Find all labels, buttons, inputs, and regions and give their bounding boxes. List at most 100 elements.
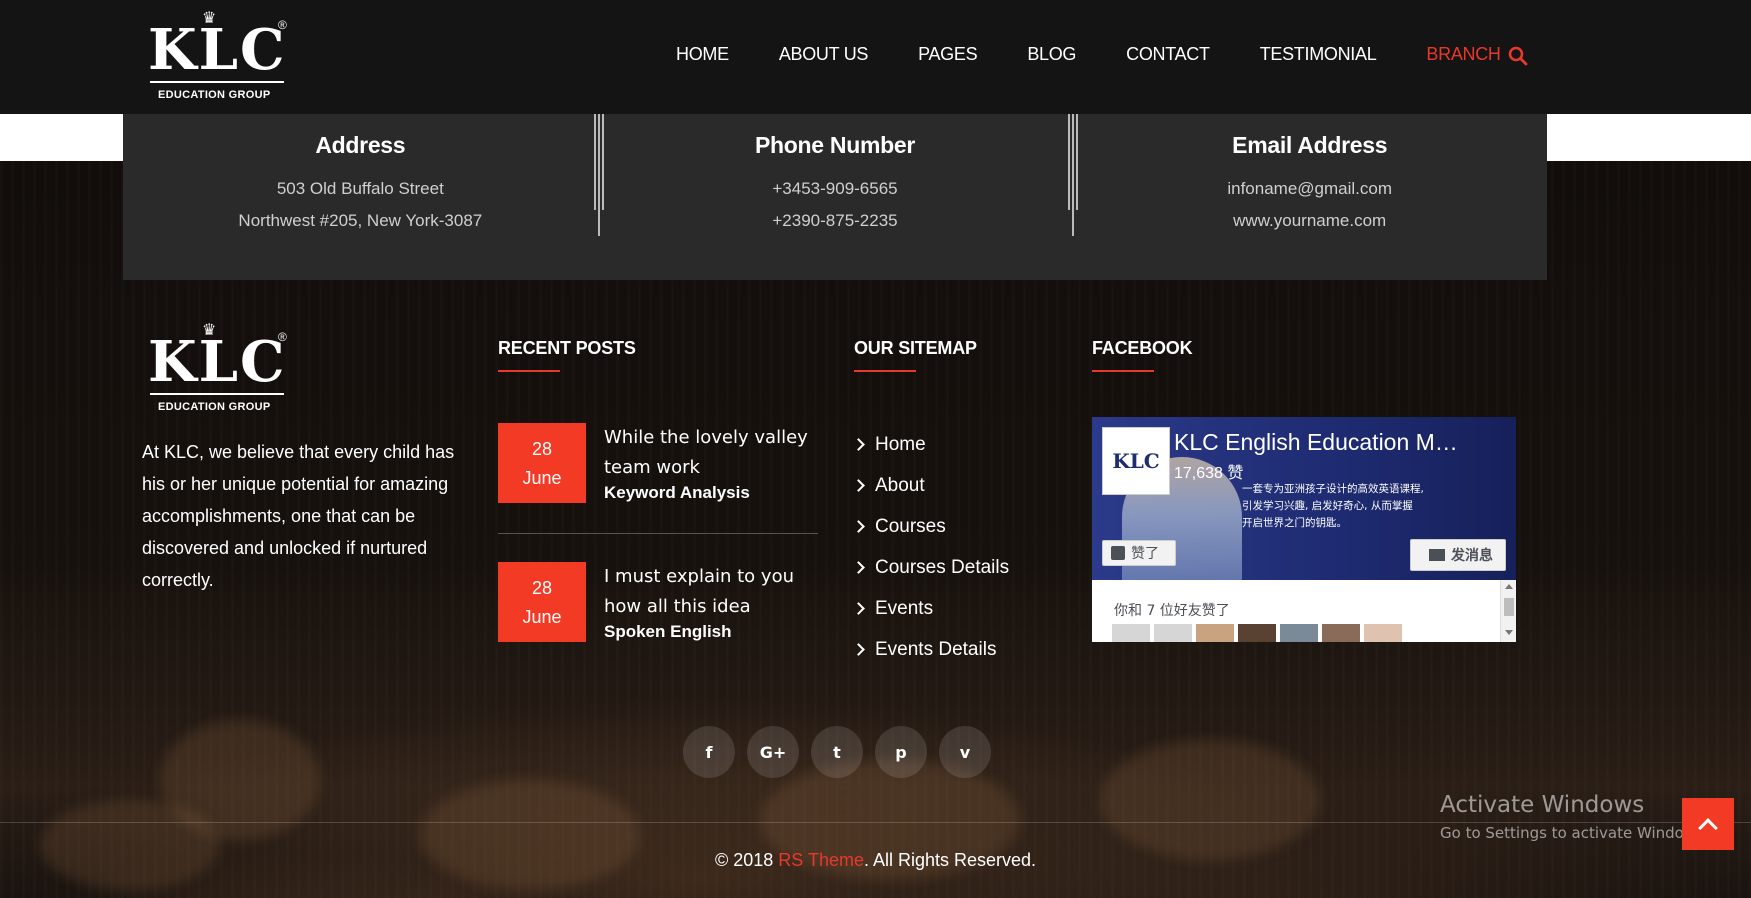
- copyright-brand-link[interactable]: RS Theme: [778, 850, 864, 870]
- facebook-like-count: 17,638 赞: [1174, 465, 1244, 482]
- sitemap-label: Home: [875, 433, 926, 455]
- scroll-down-icon[interactable]: [1505, 630, 1513, 635]
- avatar[interactable]: [1364, 624, 1402, 642]
- post-title[interactable]: I must explain to you how all this idea: [604, 562, 824, 622]
- watermark-title: Activate Windows: [1440, 792, 1645, 818]
- facebook-page-name[interactable]: KLC English Education M…: [1174, 429, 1458, 456]
- address-line: 503 Old Buffalo Street: [276, 179, 444, 198]
- column-divider: [593, 114, 604, 236]
- sitemap-label: About: [875, 474, 925, 496]
- post-category[interactable]: Keyword Analysis: [604, 483, 750, 503]
- facebook-title: FACEBOOK: [1092, 338, 1193, 372]
- chevron-right-icon: [852, 520, 865, 533]
- copyright-prefix: © 2018: [714, 850, 779, 870]
- nav-blog[interactable]: BLOG: [1027, 44, 1076, 65]
- strip-accent-left: [0, 114, 124, 161]
- nav-about-us[interactable]: ABOUT US: [779, 44, 869, 65]
- logo-rule: [150, 393, 284, 395]
- post-month: June: [522, 607, 562, 627]
- tagline-line: 引发学习兴趣, 启发好奇心, 从而掌握: [1242, 500, 1413, 512]
- email-block: Email Address infoname@gmail.com www.you…: [1068, 114, 1547, 280]
- chevron-right-icon: [852, 438, 865, 451]
- recent-post[interactable]: 28 June I must explain to you how all th…: [498, 562, 818, 652]
- facebook-message-button[interactable]: 发消息: [1410, 539, 1506, 571]
- friends-like-text: 你和 7 位好友赞了: [1114, 603, 1230, 619]
- post-day: 28: [531, 578, 553, 598]
- nav-contact[interactable]: CONTACT: [1126, 44, 1210, 65]
- phone-block: Phone Number +3453-909-6565 +2390-875-22…: [593, 114, 1073, 280]
- back-to-top-button[interactable]: [1682, 798, 1734, 850]
- post-category[interactable]: Spoken English: [604, 622, 732, 642]
- avatar-text: KLC: [1112, 449, 1160, 473]
- avatar[interactable]: [1280, 624, 1318, 642]
- avatar[interactable]: [1154, 624, 1192, 642]
- message-icon: [1429, 549, 1445, 561]
- search-icon[interactable]: [1508, 46, 1528, 66]
- facebook-page-widget[interactable]: KLC KLC English Education M… 17,638 赞 一套…: [1092, 417, 1516, 642]
- facebook-icon[interactable]: f: [683, 726, 735, 778]
- main-nav: HOME ABOUT US PAGES BLOG CONTACT TESTIMO…: [676, 44, 1551, 65]
- sitemap-link-about[interactable]: About: [852, 465, 1009, 506]
- phone-number[interactable]: +3453-909-6565: [598, 173, 1073, 205]
- email-title: Email Address: [1232, 132, 1388, 158]
- facebook-f-icon: [1111, 546, 1125, 560]
- logo-text: KLC: [148, 329, 287, 395]
- phone-number[interactable]: +2390-875-2235: [598, 205, 1073, 237]
- site-logo[interactable]: ♛ KLC ® EDUCATION GROUP: [148, 8, 298, 104]
- tagline-line: 开启世界之门的钥匙。: [1242, 517, 1347, 529]
- sitemap-link-home[interactable]: Home: [852, 424, 1009, 465]
- avatar[interactable]: [1112, 624, 1150, 642]
- nav-pages[interactable]: PAGES: [918, 44, 978, 65]
- vimeo-icon[interactable]: v: [939, 726, 991, 778]
- address-line: Northwest #205, New York-3087: [238, 211, 483, 230]
- post-title[interactable]: While the lovely valley team work: [604, 423, 824, 483]
- registered-mark: ®: [278, 330, 287, 344]
- sitemap-title: OUR SITEMAP: [854, 338, 977, 372]
- sitemap-link-courses[interactable]: Courses: [852, 506, 1009, 547]
- facebook-like-button[interactable]: 赞了: [1102, 540, 1176, 566]
- sitemap-label: Events: [875, 597, 934, 619]
- crowd-highlight: [40, 800, 220, 890]
- watermark-subtitle: Go to Settings to activate Windows.: [1440, 824, 1709, 842]
- nav-home[interactable]: HOME: [676, 44, 729, 65]
- registered-mark: ®: [278, 18, 287, 32]
- footer-logo[interactable]: ♛ KLC ® EDUCATION GROUP: [148, 320, 298, 416]
- pinterest-icon[interactable]: p: [875, 726, 927, 778]
- post-day: 28: [531, 439, 553, 459]
- facebook-page-avatar[interactable]: KLC: [1102, 427, 1170, 495]
- copyright-suffix: . All Rights Reserved.: [863, 850, 1037, 870]
- facebook-cover: KLC KLC English Education M… 17,638 赞 一套…: [1092, 417, 1516, 580]
- avatar[interactable]: [1322, 624, 1360, 642]
- sitemap-list: Home About Courses Courses Details Event…: [852, 424, 1010, 670]
- email-link[interactable]: infoname@gmail.com: [1072, 173, 1547, 205]
- avatar[interactable]: [1196, 624, 1234, 642]
- logo-subtitle: EDUCATION GROUP: [158, 401, 271, 413]
- friend-avatars: [1112, 624, 1406, 642]
- social-links: f G+ t p v: [683, 726, 1003, 778]
- twitter-icon[interactable]: t: [811, 726, 863, 778]
- scroll-thumb[interactable]: [1504, 598, 1514, 616]
- recent-post[interactable]: 28 June While the lovely valley team wor…: [498, 423, 818, 513]
- facebook-tagline: 一套专为亚洲孩子设计的高效英语课程, 引发学习兴趣, 启发好奇心, 从而掌握 开…: [1242, 481, 1424, 532]
- sitemap-link-events[interactable]: Events: [852, 588, 1009, 629]
- widget-scrollbar[interactable]: [1500, 580, 1516, 642]
- crowd-highlight: [420, 780, 640, 890]
- avatar[interactable]: [1238, 624, 1276, 642]
- nav-branch[interactable]: BRANCH: [1426, 44, 1501, 65]
- chevron-right-icon: [852, 561, 865, 574]
- website-link[interactable]: www.yourname.com: [1072, 205, 1547, 237]
- scroll-up-icon[interactable]: [1505, 584, 1513, 589]
- sitemap-label: Courses Details: [875, 556, 1010, 578]
- strip-accent-right: [1547, 114, 1751, 161]
- logo-subtitle: EDUCATION GROUP: [158, 89, 271, 101]
- google-plus-icon[interactable]: G+: [747, 726, 799, 778]
- nav-testimonial[interactable]: TESTIMONIAL: [1260, 44, 1377, 65]
- logo-text: KLC: [148, 17, 287, 83]
- copyright: © 2018 RS Theme. All Rights Reserved.: [0, 850, 1751, 871]
- sitemap-link-courses-details[interactable]: Courses Details: [852, 547, 1010, 588]
- crowd-highlight: [1100, 740, 1320, 860]
- contact-info-bar: Address 503 Old Buffalo Street Northwest…: [123, 114, 1547, 280]
- site-header: ♛ KLC ® EDUCATION GROUP HOME ABOUT US PA…: [0, 0, 1751, 114]
- sitemap-link-events-details[interactable]: Events Details: [852, 629, 1009, 670]
- sitemap-label: Courses: [875, 515, 946, 537]
